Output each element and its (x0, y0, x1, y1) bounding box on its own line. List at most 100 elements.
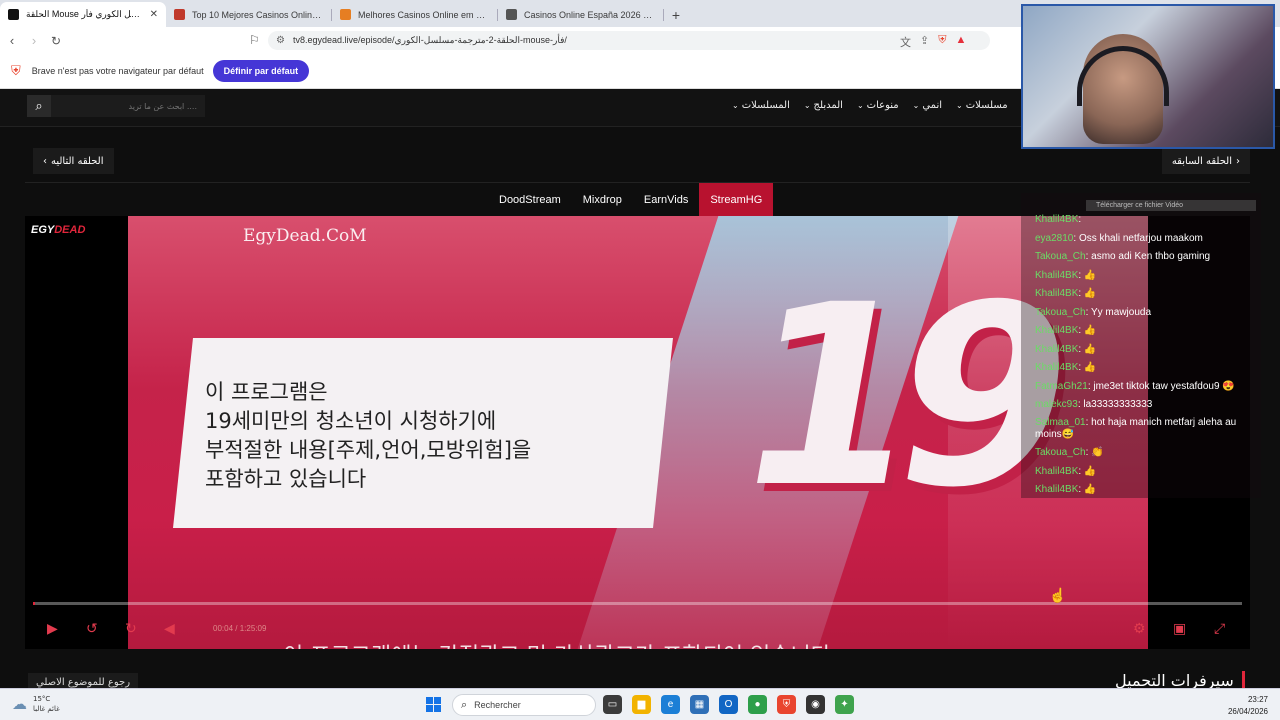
brave-rewards-icon[interactable]: ▲ (955, 34, 966, 50)
chat-username: Khalil4BK (1035, 465, 1079, 477)
next-episode-button[interactable]: ‹ الحلقه التاليه (33, 148, 114, 174)
file-explorer-icon[interactable]: ▆ (632, 695, 651, 714)
task-view-icon[interactable]: ▭ (603, 695, 622, 714)
settings-icon[interactable]: ⚙ (1133, 620, 1146, 637)
duration: 1:25:09 (239, 624, 267, 633)
volume-icon[interactable]: ◀ (164, 620, 175, 637)
video-frame[interactable]: 19 이 프로그램은 19세미만의 청소년이 시청하기에 부적절한 내용[주제,… (128, 216, 1148, 649)
browser-tab[interactable]: Top 10 Mejores Casinos Online Chile (166, 2, 332, 27)
forward-icon[interactable]: › (24, 33, 44, 48)
tab-favicon-icon (340, 9, 351, 20)
chat-username: FatmaGh21 (1035, 380, 1088, 392)
menu-item-label: المدبلج (813, 100, 843, 111)
chat-message: Khalil4BK: 👍 (1035, 481, 1260, 500)
obs-icon[interactable]: ◉ (806, 695, 825, 714)
brave-icon[interactable]: ⛨ (777, 695, 796, 714)
url-field[interactable]: ⚙ tv8.egydead.live/episode/الحلقة-2-مترج… (268, 31, 990, 50)
chat-username: Takoua_Ch (1035, 251, 1086, 262)
system-clock[interactable]: 23:27 26/04/2026 (1228, 694, 1268, 718)
share-icon[interactable]: ⇪ (920, 34, 929, 50)
app-icon[interactable]: ✦ (835, 695, 854, 714)
screen: الحلقة Mouse مسلسل الكوري فأر ✕ Top 10 Mej… (0, 0, 1280, 720)
pip-icon[interactable]: ▣ (1173, 620, 1186, 637)
menu-item[interactable]: المسلسلات⌄ (732, 100, 790, 111)
chat-username: Khalil4BK (1035, 269, 1079, 281)
brave-shields-icon[interactable]: ⛨ (938, 34, 946, 50)
taskbar-apps: ▭ ▆ e ▦ O ● ⛨ ◉ ✦ (603, 695, 854, 714)
taskbar-search[interactable]: ⌕ Rechercher (452, 694, 596, 716)
tab-title: الحلقة Mouse مسلسل الكوري فأر (26, 9, 144, 19)
chat-message: Khalil4BK: 👍 (1035, 267, 1260, 286)
chat-text: jme3et tiktok taw yestafdou9 😍 (1093, 380, 1235, 392)
outlook-icon[interactable]: O (719, 695, 738, 714)
browser-tab[interactable]: Casinos Online España 2026 — Top (498, 2, 664, 27)
reload-icon[interactable]: ↻ (46, 34, 66, 48)
site-info-icon[interactable]: ⚙ (276, 35, 285, 46)
search-icon: ⌕ (461, 698, 468, 711)
site-watermark: EgyDead.CoM (243, 226, 367, 246)
menu-item-label: مسلسلات (965, 100, 1008, 111)
chat-messages: Khalil4BK: eya2810: Oss khali netfarjou … (1035, 211, 1260, 500)
taskbar-search-label: Rechercher (474, 700, 521, 710)
prev-episode-button[interactable]: الحلقه السابقه › (1161, 148, 1250, 174)
chat-text: 👍 (1083, 269, 1097, 281)
chat-username: Khalil4BK (1035, 325, 1079, 336)
chevron-down-icon: ⌄ (956, 101, 963, 110)
server-tab[interactable]: DoodStream (488, 183, 572, 216)
play-icon[interactable]: ▶ (47, 620, 58, 637)
translate-icon[interactable]: 文 (900, 34, 911, 50)
chrome-icon[interactable]: ● (748, 695, 767, 714)
chevron-down-icon: ⌄ (732, 101, 739, 110)
tab-favicon-icon (506, 9, 517, 20)
edge-icon[interactable]: e (661, 695, 680, 714)
chat-username: malekc93 (1035, 398, 1078, 410)
chat-username: Khalil4BK (1035, 288, 1079, 299)
chat-username: eya2810 (1035, 232, 1074, 244)
browser-tab[interactable]: Melhores Casinos Online em Portugal (332, 2, 498, 27)
menu-item[interactable]: المدبلج⌄ (804, 100, 843, 111)
chat-username: Takoua_Ch (1035, 447, 1086, 458)
new-tab-button[interactable]: + (664, 2, 688, 27)
set-default-button[interactable]: Définir par défaut (212, 60, 310, 82)
store-icon[interactable]: ▦ (690, 695, 709, 714)
chat-message: FatmaGh21: jme3et tiktok taw yestafdou9 … (1035, 378, 1260, 396)
server-tab[interactable]: StreamHG (699, 183, 774, 222)
search-icon[interactable]: ⌕ (27, 95, 51, 117)
download-bar[interactable]: Télécharger ce fichier Vidéo (1086, 200, 1256, 211)
chat-text: 👍 (1083, 465, 1097, 477)
site-search-input[interactable] (51, 95, 205, 117)
bookmark-icon[interactable]: ⚐ (249, 33, 260, 47)
chat-text: 👍 (1083, 325, 1097, 336)
chat-colon: : (1078, 214, 1082, 225)
server-tab[interactable]: EarnVids (633, 183, 699, 216)
chat-message: Khalil4BK: 👍 (1035, 285, 1260, 304)
menu-item[interactable]: مسلسلات⌄ (956, 100, 1008, 111)
clock-date: 26/04/2026 (1227, 707, 1268, 716)
menu-item[interactable]: منوعات⌄ (857, 100, 899, 111)
age-warning-text: 이 프로그램은 19세미만의 청소년이 시청하기에 부적절한 내용[주제,언어,… (205, 380, 532, 491)
weather-widget[interactable]: ☁ 15°C غائم غالبا (12, 694, 60, 714)
back-icon[interactable]: ‹ (2, 33, 22, 48)
windows-start-icon[interactable] (426, 697, 441, 712)
menu-item[interactable]: انمي⌄ (913, 100, 942, 111)
browser-tab[interactable]: الحلقة Mouse مسلسل الكوري فأر ✕ (0, 2, 166, 27)
chat-message: Salmaa_01: hot haja manich metfarj aleha… (1035, 414, 1260, 444)
weather-description: غائم غالبا (33, 705, 60, 713)
chat-message: Takoua_Ch: 👏 (1035, 444, 1260, 463)
chat-username: Khalil4BK (1035, 214, 1079, 225)
chat-text: 👍 (1083, 362, 1097, 373)
temperature: 15°C (33, 695, 51, 703)
chat-text: 👍 (1083, 343, 1097, 355)
tab-separator (663, 9, 664, 21)
chat-text: Oss khali netfarjou maakom (1078, 232, 1203, 244)
server-tab[interactable]: Mixdrop (572, 183, 633, 216)
fullscreen-icon[interactable]: ⤢ (1214, 620, 1225, 637)
rewind-icon[interactable]: ↺ (86, 620, 98, 637)
logo-egy-text: EGY (31, 224, 55, 236)
menu-item-label: منوعات (866, 100, 899, 111)
forward-skip-icon[interactable]: ↻ (125, 620, 137, 637)
current-time: 00:04 (213, 624, 234, 633)
stream-chat-overlay: Télécharger ce fichier Vidéo Khalil4BK: … (1021, 193, 1261, 498)
close-tab-icon[interactable]: ✕ (150, 9, 158, 20)
chat-username: Khalil4BK (1035, 484, 1079, 495)
